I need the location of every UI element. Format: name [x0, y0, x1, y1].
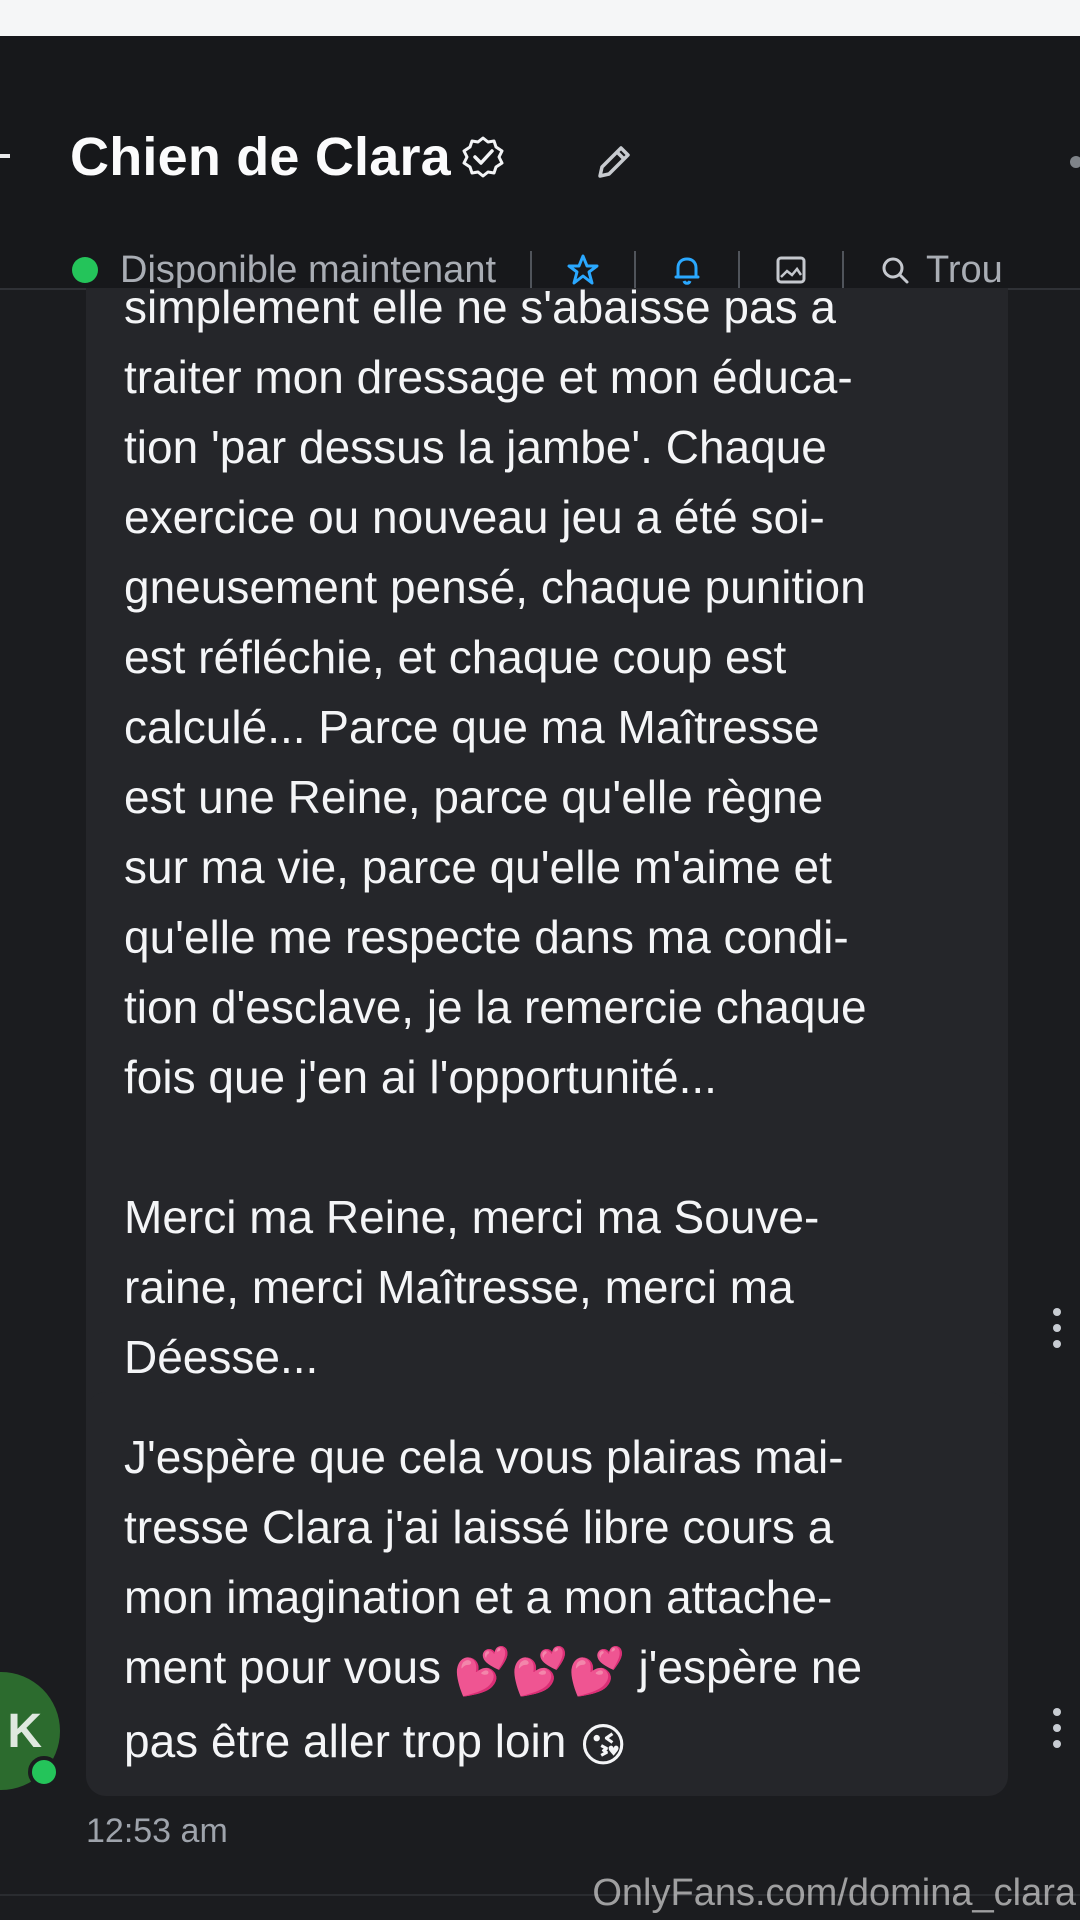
- edit-pencil-icon[interactable]: [590, 138, 638, 186]
- search-icon[interactable]: [878, 253, 912, 287]
- star-icon[interactable]: [566, 253, 600, 287]
- kiss-emoji: 😘: [579, 1718, 628, 1771]
- heart-emoji: 💕💕💕: [453, 1644, 626, 1697]
- message-options-icon[interactable]: [1052, 1308, 1062, 1348]
- chat-title[interactable]: Chien de Clara: [70, 126, 451, 188]
- message-text: J'espère que cela vous plairas mai- tres…: [124, 1422, 984, 1780]
- image-icon[interactable]: [774, 253, 808, 287]
- avatar-initial: K: [7, 1705, 42, 1758]
- system-top-strip: [0, 0, 1080, 36]
- toolbar-divider: [634, 251, 637, 289]
- chat-header: Chien de Clara Disponible maintenant Tro…: [0, 36, 1080, 291]
- avatar[interactable]: K: [0, 1672, 60, 1790]
- online-status-icon: [28, 1756, 60, 1788]
- search-label[interactable]: Trou: [926, 249, 1003, 292]
- toolbar-divider: [842, 251, 845, 289]
- watermark: OnlyFans.com/domina_clara: [592, 1872, 1076, 1914]
- message-thread[interactable]: simplement elle ne s'abaisse pas a trait…: [0, 288, 1080, 1920]
- chat-status-row: Disponible maintenant Trou: [72, 246, 1003, 294]
- availability-status: Disponible maintenant: [120, 248, 497, 291]
- message-options-icon[interactable]: [1052, 1708, 1062, 1748]
- bell-icon[interactable]: [670, 253, 704, 287]
- message-bubble[interactable]: J'espère que cela vous plairas mai- tres…: [86, 1392, 1008, 1796]
- back-arrow-icon[interactable]: [0, 154, 10, 158]
- online-status-icon: [72, 257, 98, 283]
- toolbar-divider: [530, 251, 533, 289]
- toolbar-divider: [738, 251, 741, 289]
- more-options-icon[interactable]: [1070, 156, 1080, 168]
- chat-title-row: Chien de Clara: [70, 126, 505, 188]
- verified-badge-icon: [462, 136, 504, 178]
- message-text: simplement elle ne s'abaisse pas a trait…: [124, 288, 867, 1383]
- message-timestamp: 12:53 am: [86, 1812, 228, 1850]
